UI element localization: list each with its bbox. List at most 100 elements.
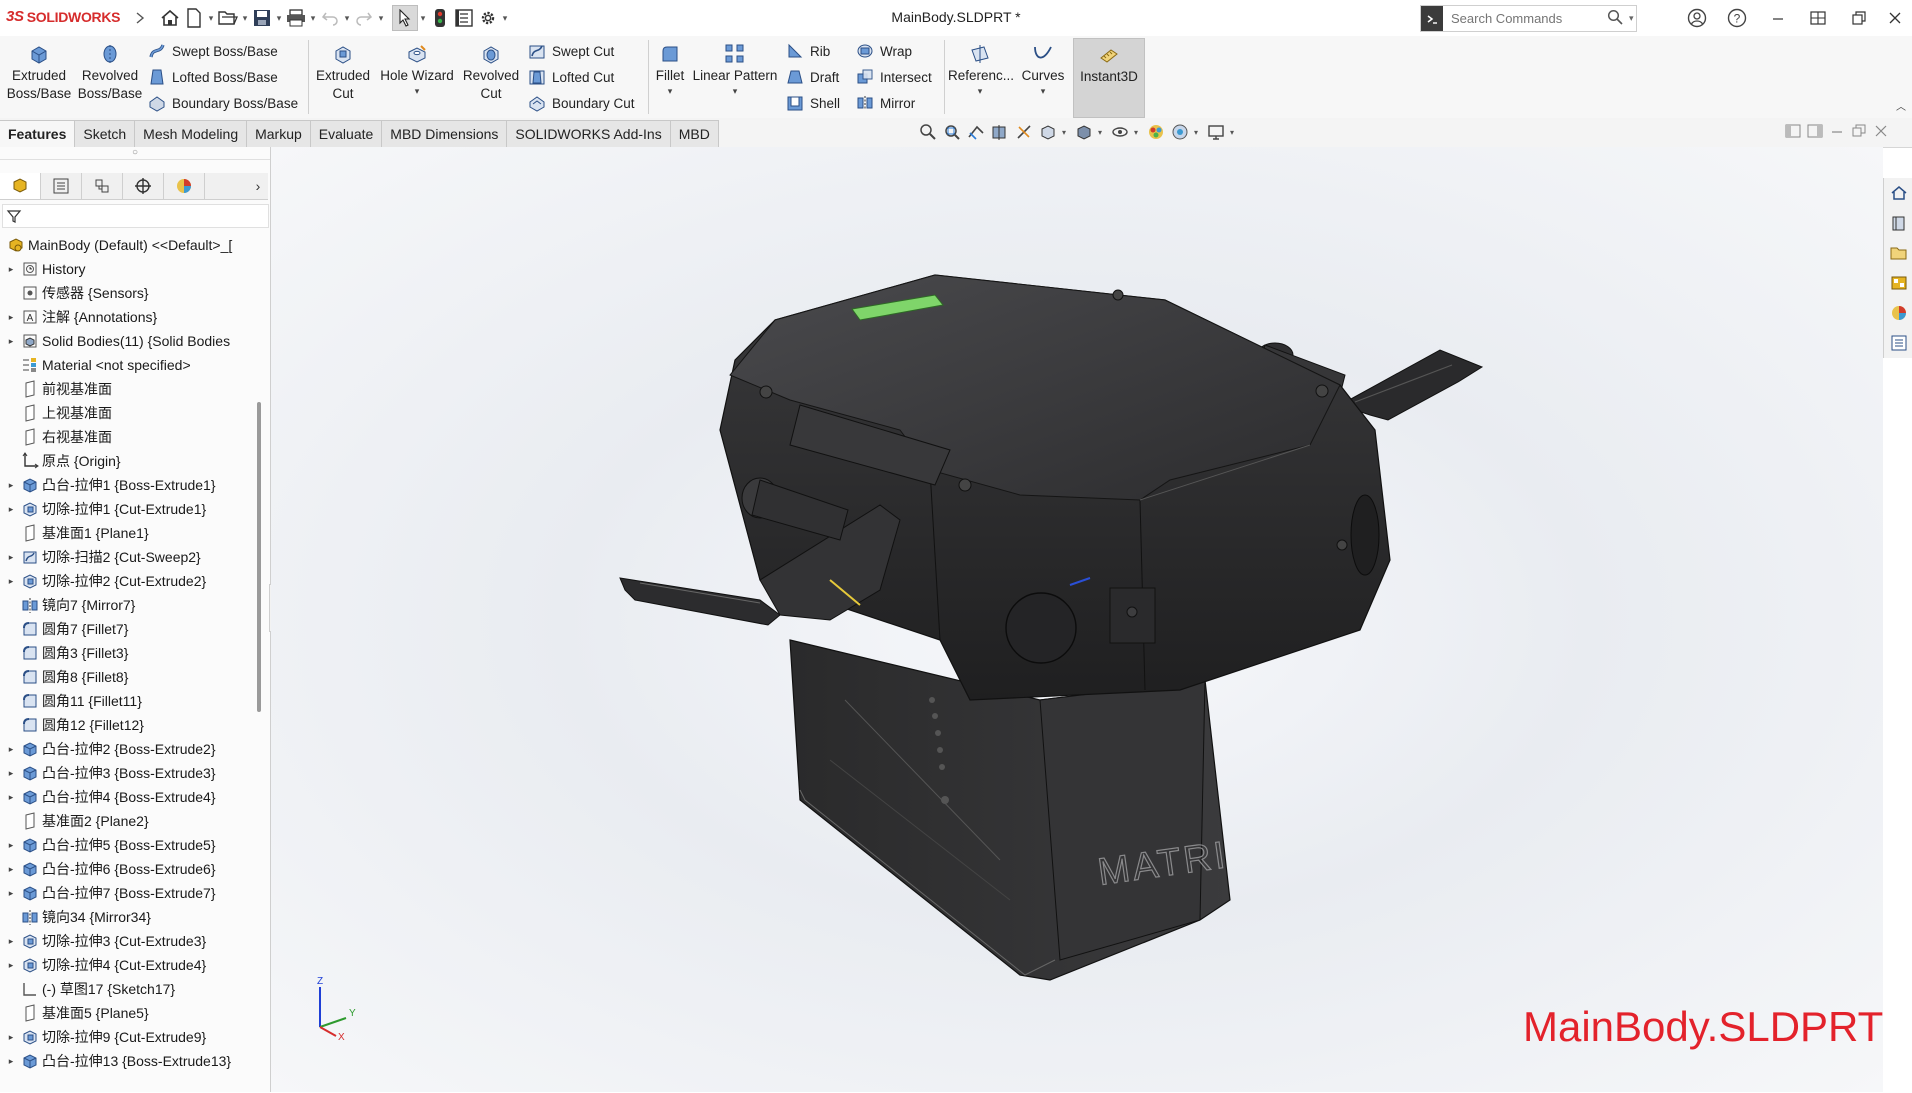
zoom-to-fit-icon[interactable] [918,122,938,142]
instant3d-button[interactable]: Instant3D [1073,38,1145,118]
filter-icon[interactable] [6,208,22,224]
select-dropdown-icon[interactable]: ▾ [418,13,428,24]
undo-icon[interactable] [318,6,342,30]
search-input[interactable] [1449,10,1603,27]
expand-arrow-icon[interactable]: ▸ [5,936,17,947]
tree-item[interactable]: ▸ 凸台-拉伸4 {Boss-Extrude4} [0,785,254,809]
expand-arrow-icon[interactable]: ▸ [5,1032,17,1043]
view-orientation-dropdown-icon[interactable]: ▾ [1062,128,1070,137]
tab-evaluate[interactable]: Evaluate [310,120,383,148]
minimize-icon[interactable] [1763,6,1793,30]
tree-item[interactable]: ▸ 切除-拉伸4 {Cut-Extrude4} [0,953,254,977]
display-manager-tab-icon[interactable] [164,173,205,199]
tree-item[interactable]: (-) 草图17 {Sketch17} [0,977,254,1001]
linear-pattern-button[interactable]: Linear Pattern ▾ [690,40,780,97]
tree-item[interactable]: ▸ 凸台-拉伸6 {Boss-Extrude6} [0,857,254,881]
expand-arrow-icon[interactable]: ▸ [5,744,17,755]
view-settings-icon[interactable] [1206,122,1226,142]
more-tabs-icon[interactable]: › [248,173,268,199]
expand-arrow-icon[interactable]: ▸ [5,336,17,347]
rebuild-icon[interactable] [428,6,452,30]
solidworks-logo[interactable]: 3S SOLIDWORKS [6,8,121,25]
restore-icon[interactable] [1844,6,1874,30]
viewport-restore-icon[interactable] [1851,124,1867,141]
display-style-dropdown-icon[interactable]: ▾ [1098,128,1106,137]
expand-arrow-icon[interactable]: ▸ [5,888,17,899]
tree-item[interactable]: ▸ 凸台-拉伸2 {Boss-Extrude2} [0,737,254,761]
previous-view-icon[interactable] [966,122,986,142]
shell-button[interactable]: Shell [786,92,840,114]
extruded-cut-button[interactable]: Extruded Cut [312,40,374,103]
tree-item[interactable]: 镜向34 {Mirror34} [0,905,254,929]
appearances-icon[interactable] [1884,298,1912,328]
curves-dropdown-icon[interactable]: ▾ [1016,85,1070,97]
reference-dropdown-icon[interactable]: ▾ [948,85,1012,97]
lofted-boss-button[interactable]: Lofted Boss/Base [148,66,278,88]
tree-item[interactable]: 圆角8 {Fillet8} [0,665,254,689]
boundary-cut-button[interactable]: Boundary Cut [528,92,635,114]
tree-item[interactable]: 圆角12 {Fillet12} [0,713,254,737]
fillet-button[interactable]: Fillet ▾ [652,40,688,97]
intersect-button[interactable]: Intersect [856,66,932,88]
zoom-area-icon[interactable] [942,122,962,142]
tree-item[interactable]: 传感器 {Sensors} [0,281,254,305]
expand-arrow-icon[interactable]: ▸ [5,1056,17,1067]
close-icon[interactable] [1880,6,1910,30]
expand-arrow-icon[interactable]: ▸ [5,864,17,875]
tree-item[interactable]: 基准面1 {Plane1} [0,521,254,545]
apply-scene-icon[interactable] [1170,122,1190,142]
tree-item[interactable]: 原点 {Origin} [0,449,254,473]
open-icon[interactable] [216,6,240,30]
tree-item[interactable]: 上视基准面 [0,401,254,425]
tree-item[interactable]: ▸ History [0,257,254,281]
tab-markup[interactable]: Markup [247,120,311,148]
save-icon[interactable] [250,6,274,30]
undo-dropdown-icon[interactable]: ▾ [342,13,352,24]
tree-item[interactable]: Material <not specified> [0,353,254,377]
hide-show-dropdown-icon[interactable]: ▾ [1134,128,1142,137]
revolved-cut-button[interactable]: Revolved Cut [460,40,522,103]
draft-button[interactable]: Draft [786,66,839,88]
apply-scene-dropdown-icon[interactable]: ▾ [1194,128,1202,137]
linear-pattern-dropdown-icon[interactable]: ▾ [690,85,780,97]
tab-mbd-dimensions[interactable]: MBD Dimensions [382,120,508,148]
search-icon[interactable] [1607,9,1623,28]
curves-button[interactable]: Curves ▾ [1016,40,1070,97]
tree-item[interactable]: 基准面2 {Plane2} [0,809,254,833]
tree-item[interactable]: 圆角11 {Fillet11} [0,689,254,713]
display-style-icon[interactable] [1074,122,1094,142]
mirror-button[interactable]: Mirror [856,92,915,114]
collapse-ribbon-icon[interactable]: ︿ [1896,98,1906,113]
hole-wizard-button[interactable]: Hole Wizard ▾ [378,40,456,97]
print-icon[interactable] [284,6,308,30]
expand-arrow-icon[interactable]: ▸ [5,960,17,971]
feature-manager-tab-icon[interactable] [0,173,41,199]
expand-arrow-icon[interactable]: ▸ [5,312,17,323]
print-dropdown-icon[interactable]: ▾ [308,13,318,24]
tree-item[interactable]: ▸ 凸台-拉伸3 {Boss-Extrude3} [0,761,254,785]
save-dropdown-icon[interactable]: ▾ [274,13,284,24]
expand-arrow-icon[interactable]: ▸ [5,768,17,779]
revolved-boss-button[interactable]: Revolved Boss/Base [76,40,144,103]
view-settings-dropdown-icon[interactable]: ▾ [1230,128,1238,137]
redo-icon[interactable] [352,6,376,30]
menu-expand-icon[interactable] [128,6,152,30]
view-orientation-icon[interactable] [1038,122,1058,142]
tree-scrollbar[interactable] [257,402,261,712]
tab-features[interactable]: Features [0,120,76,148]
search-commands[interactable]: ▾ [1420,5,1637,32]
tab-mbd[interactable]: MBD [670,120,719,148]
expand-arrow-icon[interactable]: ▸ [5,576,17,587]
file-explorer-icon[interactable] [1884,238,1912,268]
model-3d-view[interactable]: MATRI [271,147,1883,1092]
search-dropdown-icon[interactable]: ▾ [1629,13,1634,24]
tree-filter[interactable] [2,204,269,228]
file-properties-icon[interactable] [452,6,476,30]
viewport-tile-left-icon[interactable] [1785,124,1801,141]
tree-item[interactable]: 右视基准面 [0,425,254,449]
tile-windows-icon[interactable] [1803,6,1833,30]
expand-arrow-icon[interactable]: ▸ [5,480,17,491]
edit-appearance-icon[interactable] [1146,122,1166,142]
help-icon[interactable]: ? [1722,6,1752,30]
expand-arrow-icon[interactable]: ▸ [5,840,17,851]
